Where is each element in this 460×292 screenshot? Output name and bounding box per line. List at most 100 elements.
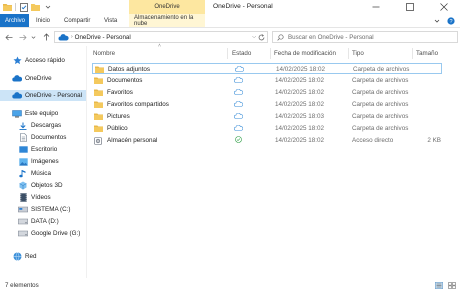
file-name: Público — [107, 125, 128, 132]
column-header-status[interactable]: Estado — [232, 48, 269, 59]
tab-inicio[interactable]: Inicio — [31, 14, 55, 27]
chevron-down-icon[interactable] — [43, 3, 52, 12]
large-icons-view-button[interactable] — [447, 281, 456, 290]
chevron-down-icon — [31, 35, 35, 39]
new-folder-icon[interactable] — [31, 3, 40, 12]
file-name: Pictures — [107, 113, 130, 120]
music-icon — [18, 169, 28, 178]
cloud-icon — [12, 74, 22, 83]
pictures-icon — [18, 157, 28, 166]
file-size — [417, 111, 441, 122]
close-button[interactable] — [432, 0, 456, 14]
back-button[interactable] — [4, 32, 14, 42]
expand-ribbon-button[interactable] — [432, 16, 442, 26]
details-view-button[interactable] — [434, 281, 443, 290]
cloud-status-icon — [234, 124, 244, 133]
nav-item-google-drive-g[interactable]: Google Drive (G:) — [0, 228, 86, 239]
file-size: 2 KB — [427, 137, 441, 144]
column-header-modified[interactable]: Fecha de modificación — [274, 48, 350, 59]
title-bar: OneDrive OneDrive - Personal — [0, 0, 460, 14]
nav-item-este-equipo[interactable]: Este equipo — [0, 108, 86, 119]
nav-item-sistema-c[interactable]: SISTEMA (C:) — [0, 204, 86, 215]
file-size — [417, 123, 441, 134]
file-row[interactable]: Favoritos compartidos 14/02/2025 18:02 C… — [92, 99, 442, 110]
nav-item-videos[interactable]: Vídeos — [0, 192, 86, 203]
file-row[interactable]: Almacén personal 14/02/2025 18:02 Acceso… — [92, 135, 442, 146]
maximize-button[interactable] — [398, 0, 422, 14]
file-modified: 14/02/2025 18:02 — [275, 89, 325, 96]
large-icons-view-icon — [447, 282, 456, 289]
file-size — [417, 87, 441, 98]
close-icon — [440, 3, 448, 11]
file-modified: 14/02/2025 18:02 — [275, 137, 325, 144]
file-name: Favoritos compartidos — [107, 101, 169, 108]
status-bar: 7 elementos — [0, 279, 460, 292]
file-row[interactable]: Pictures 14/02/2025 18:03 Carpeta de arc… — [92, 111, 442, 122]
address-bar[interactable]: › OneDrive - Personal ⌵ — [54, 31, 268, 43]
tab-almacenamiento-nube[interactable]: Almacenamiento en la nube — [129, 14, 205, 27]
document-icon — [18, 133, 28, 142]
file-row[interactable]: Público 14/02/2025 18:02 Carpeta de arch… — [92, 123, 442, 134]
refresh-button[interactable] — [257, 33, 265, 41]
column-header-type[interactable]: Tipo — [352, 48, 412, 59]
cloud-icon — [12, 91, 22, 100]
help-button[interactable]: ? — [446, 16, 456, 26]
minimize-button[interactable] — [364, 0, 388, 14]
file-name: Favoritos — [107, 89, 133, 96]
address-dropdown-icon[interactable]: ⌵ — [252, 34, 256, 40]
refresh-icon — [258, 33, 264, 40]
file-type: Carpeta de archivos — [352, 89, 409, 96]
tab-compartir[interactable]: Compartir — [59, 14, 95, 27]
nav-item-imagenes[interactable]: Imágenes — [0, 156, 86, 167]
forward-button[interactable] — [18, 32, 28, 42]
file-row[interactable]: Favoritos 14/02/2025 18:02 Carpeta de ar… — [92, 87, 442, 98]
file-name: Almacén personal — [107, 137, 158, 144]
file-type: Carpeta de archivos — [353, 66, 410, 73]
folder-icon — [94, 89, 103, 97]
file-size — [417, 99, 441, 110]
nav-item-acceso-rapido[interactable]: Acceso rápido — [0, 55, 86, 66]
nav-item-documentos[interactable]: Documentos — [0, 132, 86, 143]
arrow-up-icon — [43, 33, 49, 41]
folder-icon — [94, 101, 103, 109]
cloud-status-icon — [234, 112, 244, 121]
tab-archivo[interactable]: Archivo — [0, 14, 29, 27]
properties-icon[interactable] — [19, 2, 28, 12]
up-button[interactable] — [41, 32, 51, 42]
details-view-icon — [434, 282, 443, 289]
chevron-down-icon — [434, 19, 440, 23]
maximize-icon — [406, 3, 414, 11]
file-row[interactable]: Datos adjuntos 14/02/2025 18:02 Carpeta … — [92, 63, 442, 74]
file-list: ˄ Nombre Estado Fecha de modificación Ti… — [88, 43, 460, 278]
search-box[interactable] — [272, 31, 458, 43]
nav-item-objetos-3d[interactable]: Objetos 3D — [0, 180, 86, 191]
navigation-pane: Acceso rápido OneDrive OneDrive - Person… — [0, 46, 86, 278]
nav-item-onedrive[interactable]: OneDrive — [0, 73, 86, 84]
cloud-status-icon — [234, 76, 244, 85]
google-drive-icon — [18, 229, 28, 238]
navigation-pane-divider[interactable] — [86, 46, 87, 278]
column-header-size[interactable]: Tamaño — [416, 48, 446, 59]
nav-item-escritorio[interactable]: Escritorio — [0, 144, 86, 155]
file-row[interactable]: Documentos 14/02/2025 18:02 Carpeta de a… — [92, 75, 442, 86]
tab-vista[interactable]: Vista — [99, 14, 122, 27]
folder-icon — [94, 113, 103, 121]
nav-item-red[interactable]: Red — [0, 251, 86, 262]
network-icon — [12, 252, 22, 261]
nav-item-onedrive-personal[interactable]: OneDrive - Personal — [0, 90, 86, 101]
video-icon — [18, 193, 28, 202]
minimize-icon — [372, 6, 380, 8]
nav-item-musica[interactable]: Música — [0, 168, 86, 179]
computer-icon — [12, 109, 22, 118]
help-icon: ? — [447, 17, 455, 25]
breadcrumb[interactable]: OneDrive - Personal — [75, 34, 131, 41]
nav-item-descargas[interactable]: Descargas — [0, 120, 86, 131]
synced-status-icon — [235, 136, 242, 145]
file-type: Carpeta de archivos — [352, 101, 409, 108]
chevron-right-icon: › — [71, 34, 73, 40]
nav-item-data-d[interactable]: DATA (D:) — [0, 216, 86, 227]
drive-icon — [18, 205, 28, 214]
column-header-name[interactable]: Nombre — [93, 48, 229, 59]
recent-locations-button[interactable] — [30, 32, 36, 42]
search-input[interactable] — [288, 33, 448, 41]
